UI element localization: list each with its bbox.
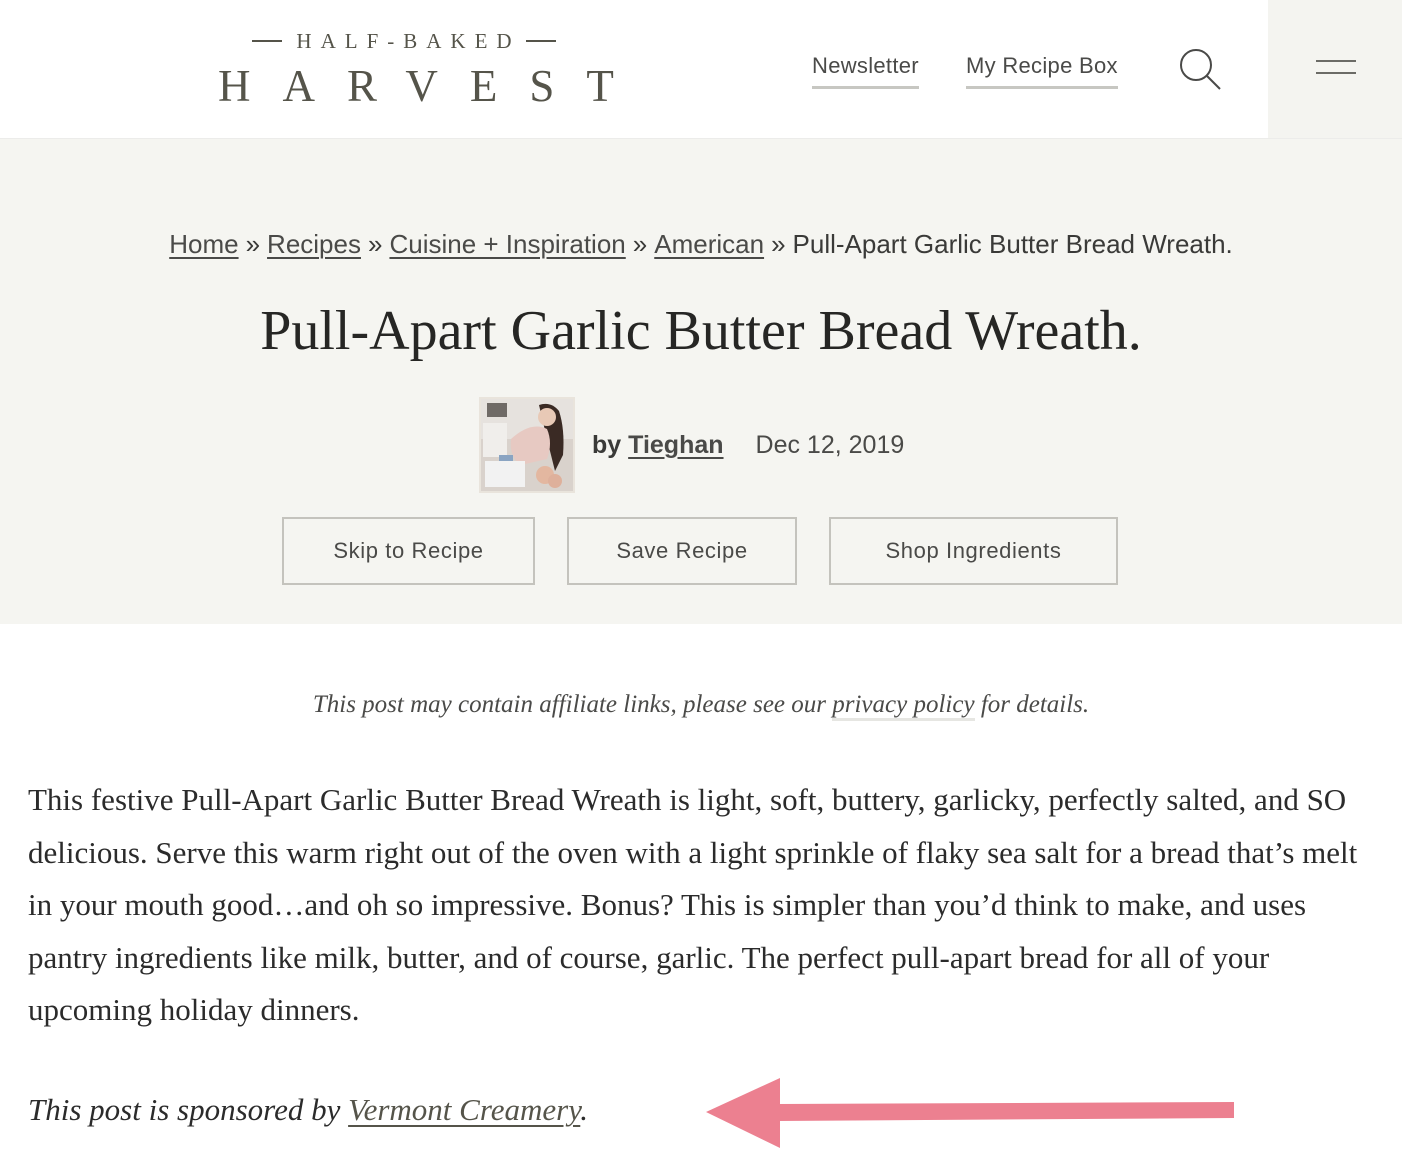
breadcrumb-separator: » (245, 229, 261, 259)
logo-tagline: HALF-BAKED (218, 28, 590, 54)
author-link[interactable]: Tieghan (628, 431, 723, 459)
nav-newsletter-link[interactable]: Newsletter (812, 52, 919, 89)
save-recipe-button[interactable]: Save Recipe (567, 517, 797, 585)
breadcrumb-separator: » (771, 229, 786, 259)
logo-top-text: HALF-BAKED (296, 29, 521, 53)
post-date: Dec 12, 2019 (755, 430, 905, 459)
search-button[interactable] (1176, 46, 1224, 92)
breadcrumb-recipes[interactable]: Recipes (267, 229, 361, 259)
breadcrumb-separator: » (367, 229, 383, 259)
sponsor-note: This post is sponsored by Vermont Creame… (28, 1088, 588, 1132)
disclaimer-text-end: for details. (974, 691, 1090, 718)
logo-main-text: HARVEST (218, 61, 646, 111)
affiliate-disclaimer: This post may contain affiliate links, p… (0, 688, 1402, 722)
search-icon (1180, 49, 1221, 90)
author-avatar[interactable] (479, 397, 575, 493)
sponsor-link[interactable]: Vermont Creamery (348, 1092, 580, 1127)
menu-panel (1268, 0, 1402, 138)
privacy-policy-link[interactable]: privacy policy (832, 691, 975, 721)
arrow-head (706, 1078, 780, 1148)
menu-line (1316, 60, 1356, 62)
page-title: Pull-Apart Garlic Butter Bread Wreath. (260, 300, 1142, 362)
post-hero: Home» Recipes» Cuisine + Inspiration» Ameri… (0, 138, 1402, 624)
shop-ingredients-button[interactable]: Shop Ingredients (829, 517, 1118, 585)
breadcrumb-home[interactable]: Home (169, 229, 238, 259)
site-header: HALF-BAKED HARVEST Newsletter My Recipe … (0, 0, 1402, 138)
logo-dash-right (525, 40, 556, 42)
disclaimer-text: This post may contain affiliate links, p… (312, 691, 833, 718)
sponsor-text-end: . (580, 1092, 589, 1127)
byline: by Tieghan Dec 12, 2019 (479, 397, 904, 493)
nav-recipe-box-link[interactable]: My Recipe Box (966, 52, 1118, 89)
site-logo[interactable]: HALF-BAKED HARVEST (218, 28, 614, 112)
skip-to-recipe-button[interactable]: Skip to Recipe (282, 517, 535, 585)
breadcrumb-separator: » (632, 229, 648, 259)
sponsor-text: This post is sponsored by (28, 1092, 349, 1127)
breadcrumb-current: Pull-Apart Garlic Butter Bread Wreath. (792, 229, 1233, 259)
breadcrumb: Home» Recipes» Cuisine + Inspiration» Ameri… (0, 227, 1402, 261)
hamburger-menu-icon[interactable] (1316, 58, 1356, 78)
intro-paragraph: This festive Pull-Apart Garlic Butter Br… (28, 782, 1358, 1027)
annotation-arrow-icon (706, 1078, 1234, 1148)
logo-dash-left (252, 40, 283, 42)
arrow-shaft (778, 1102, 1234, 1121)
breadcrumb-american[interactable]: American (654, 229, 764, 259)
menu-line (1316, 72, 1356, 74)
breadcrumb-cuisine-inspiration[interactable]: Cuisine + Inspiration (389, 229, 625, 259)
byline-author: by Tieghan (592, 431, 724, 460)
author-photo (481, 399, 573, 491)
byline-by-label: by (592, 430, 622, 459)
